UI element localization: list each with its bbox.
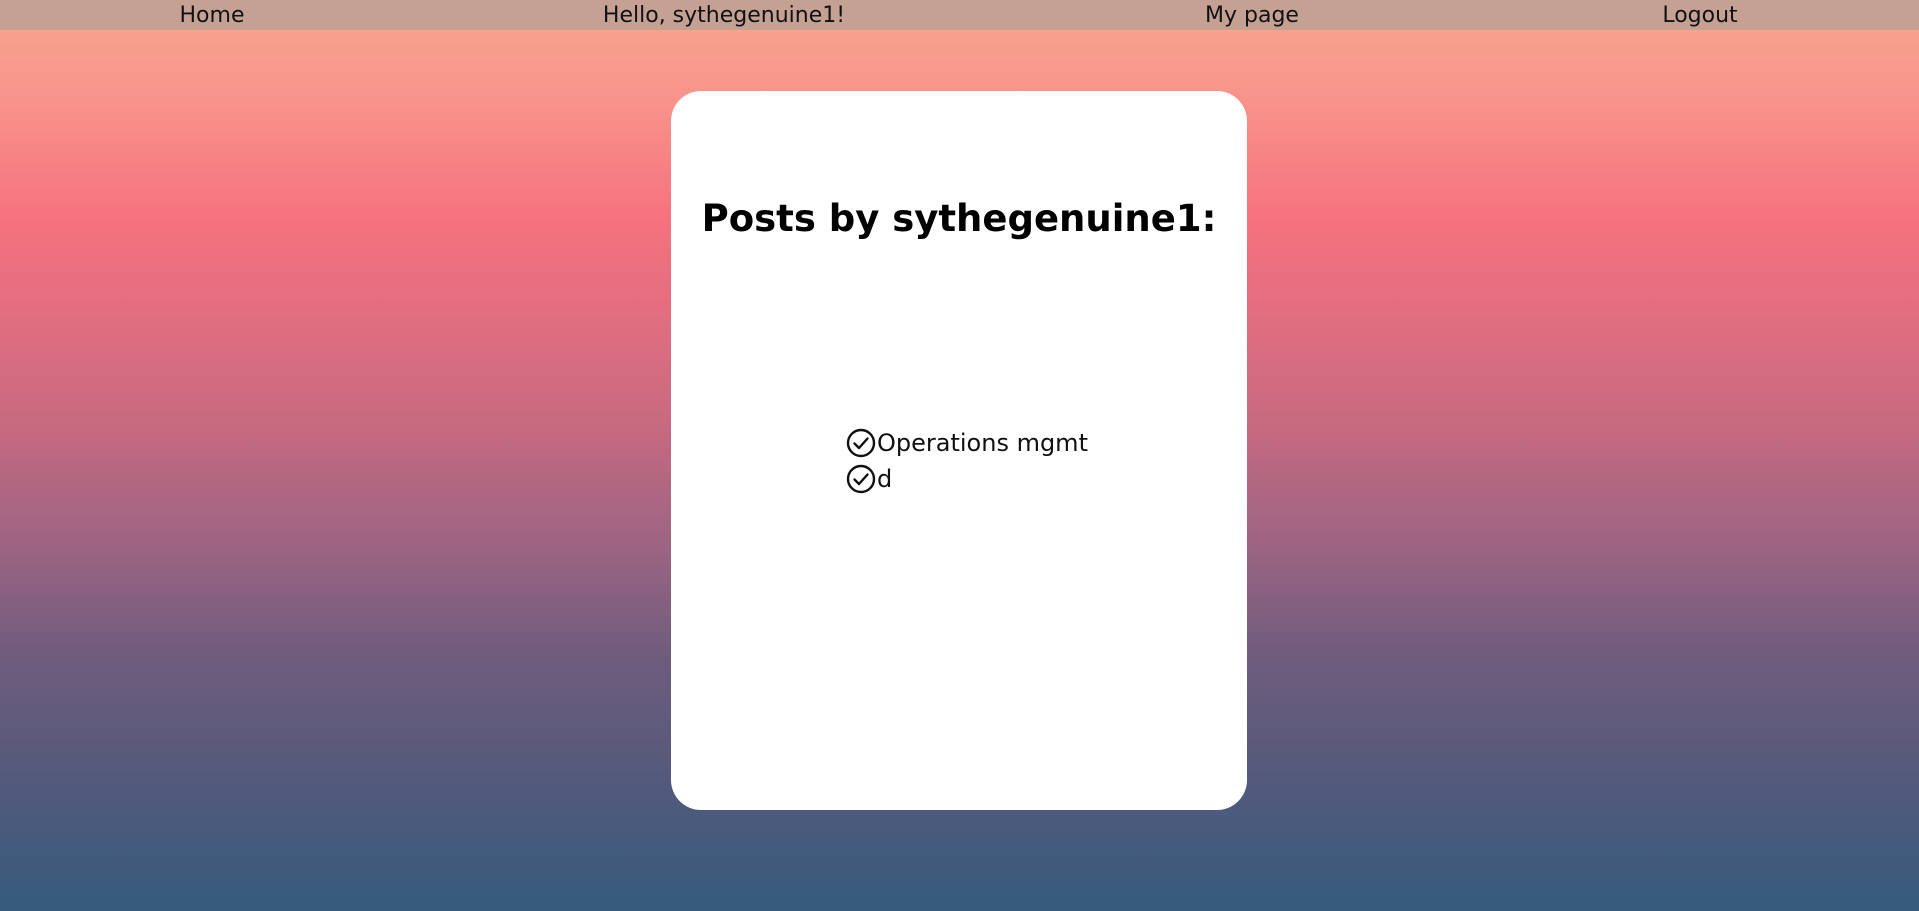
check-circle-icon <box>846 464 876 494</box>
posts-card: Posts by sythegenuine1: Operations mgmt … <box>671 91 1247 810</box>
post-item[interactable]: d <box>846 461 1088 497</box>
top-navbar: Home Hello, sythegenuine1! My page Logou… <box>0 0 1919 30</box>
user-greeting: Hello, sythegenuine1! <box>602 3 846 28</box>
nav-home-link[interactable]: Home <box>180 3 245 29</box>
post-title[interactable]: d <box>877 465 892 493</box>
post-item[interactable]: Operations mgmt <box>846 425 1088 461</box>
post-list: Operations mgmt d <box>846 425 1088 497</box>
nav-my-page-link[interactable]: My page <box>1205 3 1299 29</box>
post-title[interactable]: Operations mgmt <box>877 429 1088 457</box>
page-title: Posts by sythegenuine1: <box>701 197 1217 240</box>
check-circle-icon <box>846 428 876 458</box>
nav-logout-link[interactable]: Logout <box>1662 3 1737 29</box>
